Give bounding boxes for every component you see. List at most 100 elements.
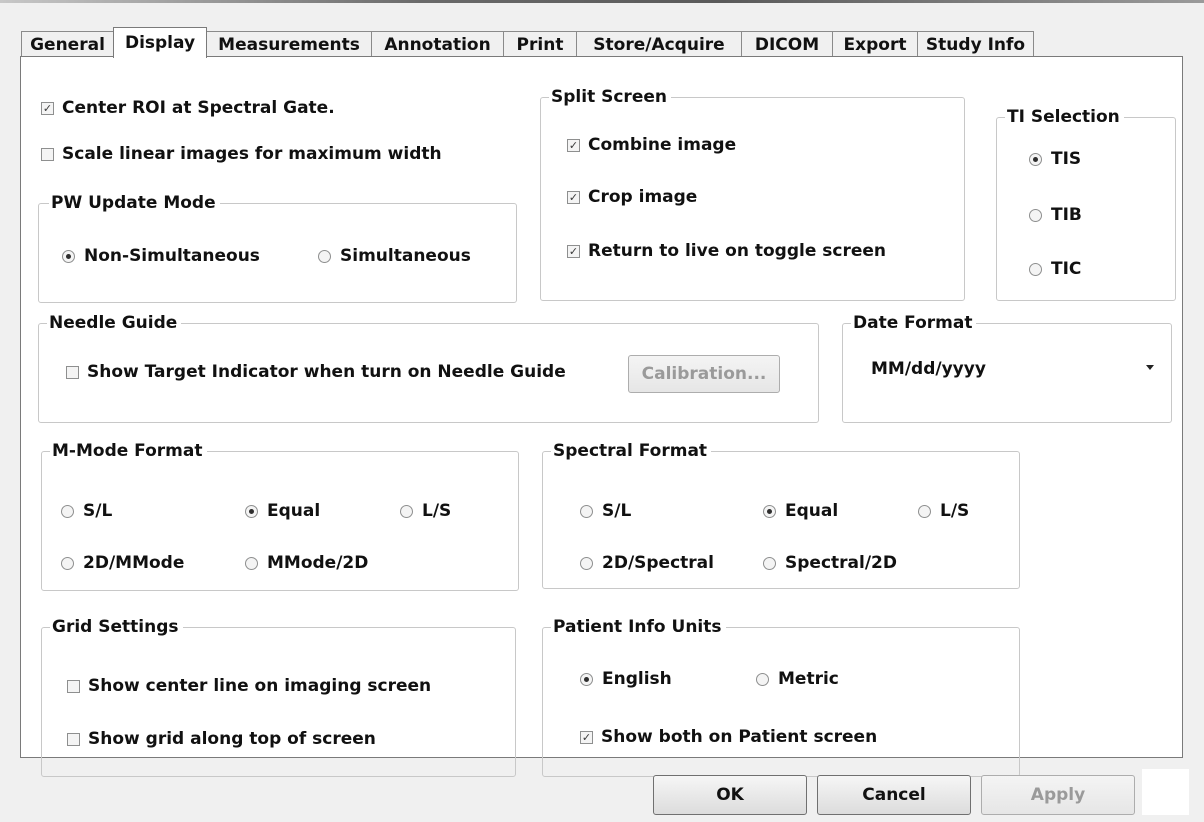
ok-button-label: OK <box>716 785 744 805</box>
apply-button-label: Apply <box>1030 785 1086 805</box>
ti-selection-group: TI Selection TIS TIB TIC <box>996 106 1176 301</box>
radio-selected-icon <box>763 504 776 518</box>
show-target-indicator-label: Show Target Indicator when turn on Needl… <box>87 362 566 382</box>
tab-study-info[interactable]: Study Info <box>917 31 1034 57</box>
radio-unselected-icon <box>756 672 769 686</box>
radio-non-simultaneous[interactable]: Non-Simultaneous <box>62 245 260 267</box>
checkbox-checked-icon: ✓ <box>567 244 580 258</box>
radio-label: S/L <box>602 501 632 521</box>
pw-update-mode-title: PW Update Mode <box>49 192 220 214</box>
radio-unselected-icon <box>318 249 331 263</box>
crop-image-label: Crop image <box>588 187 698 207</box>
cancel-button[interactable]: Cancel <box>817 775 971 815</box>
radio-label: Metric <box>778 669 839 689</box>
center-roi-checkbox[interactable]: ✓ Center ROI at Spectral Gate. <box>41 97 335 119</box>
tab-display[interactable]: Display <box>113 27 207 58</box>
radio-label: English <box>602 669 672 689</box>
checkbox-unchecked-icon <box>66 365 79 379</box>
spectral-format-title: Spectral Format <box>551 440 712 462</box>
radio-spectral-spectral-2d[interactable]: Spectral/2D <box>763 552 897 574</box>
radio-unselected-icon <box>61 556 74 570</box>
tab-label: Annotation <box>384 35 491 55</box>
tab-export[interactable]: Export <box>832 31 918 57</box>
calibration-button[interactable]: Calibration... <box>628 355 780 393</box>
radio-spectral-sl[interactable]: S/L <box>580 500 631 522</box>
checkbox-checked-icon: ✓ <box>567 138 580 152</box>
needle-guide-group: Needle Guide Show Target Indicator when … <box>38 312 819 423</box>
grid-top-checkbox[interactable]: Show grid along top of screen <box>67 728 376 750</box>
radio-simultaneous[interactable]: Simultaneous <box>318 245 471 267</box>
combine-image-checkbox[interactable]: ✓ Combine image <box>567 134 736 156</box>
date-format-value: MM/dd/yyyy <box>871 359 986 379</box>
radio-unselected-icon <box>918 504 931 518</box>
radio-label: L/S <box>422 501 452 521</box>
split-screen-group: Split Screen ✓ Combine image ✓ Crop imag… <box>540 86 965 301</box>
return-live-checkbox[interactable]: ✓ Return to live on toggle screen <box>567 240 886 262</box>
tab-label: Display <box>124 33 196 53</box>
grid-settings-group: Grid Settings Show center line on imagin… <box>41 616 516 777</box>
radio-unselected-icon <box>1029 262 1042 276</box>
window-top-edge <box>0 0 1204 12</box>
radio-unselected-icon <box>61 504 74 518</box>
ok-button[interactable]: OK <box>653 775 807 815</box>
checkbox-unchecked-icon <box>67 732 80 746</box>
radio-mmode-mmode-2d[interactable]: MMode/2D <box>245 552 368 574</box>
radio-spectral-2d-spectral[interactable]: 2D/Spectral <box>580 552 714 574</box>
tab-print[interactable]: Print <box>503 31 577 57</box>
radio-selected-icon <box>1029 152 1042 166</box>
chevron-down-icon <box>1146 365 1154 370</box>
show-both-checkbox[interactable]: ✓ Show both on Patient screen <box>580 726 877 748</box>
radio-unselected-icon <box>763 556 776 570</box>
tab-label: DICOM <box>754 35 820 55</box>
center-line-checkbox[interactable]: Show center line on imaging screen <box>67 675 431 697</box>
radio-label: L/S <box>940 501 970 521</box>
corner-blank-area <box>1142 769 1189 815</box>
tab-annotation[interactable]: Annotation <box>371 31 504 57</box>
radio-mmode-sl[interactable]: S/L <box>61 500 112 522</box>
show-target-indicator-checkbox[interactable]: Show Target Indicator when turn on Needl… <box>66 361 566 383</box>
center-roi-label: Center ROI at Spectral Gate. <box>62 98 335 118</box>
tab-dicom[interactable]: DICOM <box>741 31 833 57</box>
radio-tis[interactable]: TIS <box>1029 148 1081 170</box>
radio-english[interactable]: English <box>580 668 672 690</box>
radio-spectral-ls[interactable]: L/S <box>918 500 969 522</box>
checkbox-unchecked-icon <box>67 679 80 693</box>
radio-metric[interactable]: Metric <box>756 668 839 690</box>
radio-label: 2D/Spectral <box>602 553 714 573</box>
radio-unselected-icon <box>400 504 413 518</box>
radio-spectral-equal[interactable]: Equal <box>763 500 838 522</box>
radio-tic[interactable]: TIC <box>1029 258 1081 280</box>
return-live-label: Return to live on toggle screen <box>588 241 887 261</box>
radio-unselected-icon <box>580 556 593 570</box>
patient-info-units-title: Patient Info Units <box>551 616 726 638</box>
needle-guide-title: Needle Guide <box>47 312 182 334</box>
cancel-button-label: Cancel <box>862 785 926 805</box>
radio-mmode-equal[interactable]: Equal <box>245 500 320 522</box>
radio-mmode-ls[interactable]: L/S <box>400 500 451 522</box>
crop-image-checkbox[interactable]: ✓ Crop image <box>567 186 697 208</box>
show-both-label: Show both on Patient screen <box>601 727 878 747</box>
ti-selection-title: TI Selection <box>1005 106 1124 128</box>
apply-button[interactable]: Apply <box>981 775 1135 815</box>
combine-image-label: Combine image <box>588 135 737 155</box>
tab-label: General <box>30 35 105 55</box>
tab-measurements[interactable]: Measurements <box>206 31 372 57</box>
date-format-group: Date Format MM/dd/yyyy <box>842 312 1172 423</box>
date-format-dropdown[interactable]: MM/dd/yyyy <box>851 350 1164 388</box>
calibration-button-label: Calibration... <box>641 364 767 384</box>
tab-general[interactable]: General <box>21 31 114 57</box>
radio-unselected-icon <box>245 556 258 570</box>
radio-mmode-2d-mmode[interactable]: 2D/MMode <box>61 552 184 574</box>
radio-selected-icon <box>62 249 75 263</box>
checkbox-checked-icon: ✓ <box>580 730 593 744</box>
mmode-format-title: M-Mode Format <box>50 440 207 462</box>
split-screen-title: Split Screen <box>549 86 671 108</box>
grid-settings-title: Grid Settings <box>50 616 183 638</box>
radio-tib[interactable]: TIB <box>1029 204 1082 226</box>
radio-label: Spectral/2D <box>785 553 897 573</box>
radio-label: Non-Simultaneous <box>84 246 260 266</box>
scale-linear-checkbox[interactable]: Scale linear images for maximum width <box>41 143 442 165</box>
tab-label: Study Info <box>925 35 1026 55</box>
tab-label: Print <box>516 35 564 55</box>
tab-store-acquire[interactable]: Store/Acquire <box>576 31 742 57</box>
